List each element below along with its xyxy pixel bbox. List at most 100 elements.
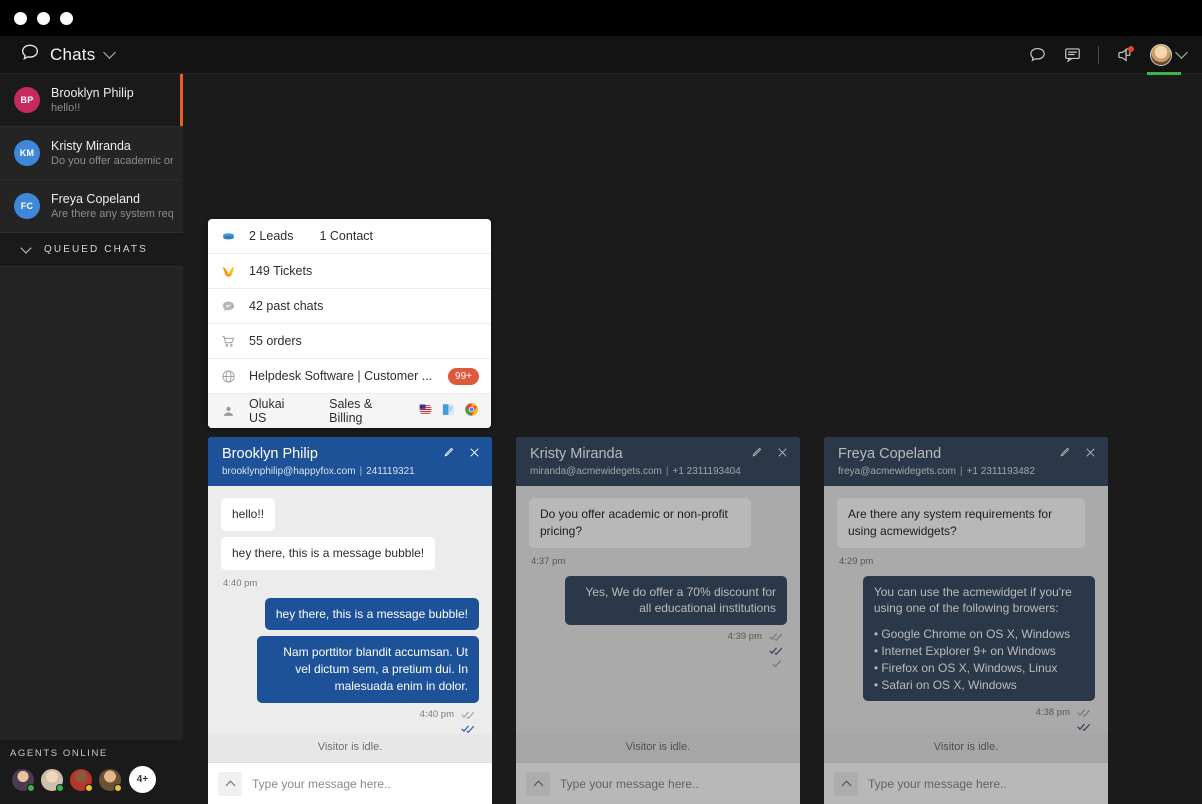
check-icon [772, 660, 782, 668]
window-dot-2[interactable] [37, 11, 50, 25]
message-row: hey there, this is a message bubble! [221, 536, 479, 576]
chat-messages: hello!! hey there, this is a message bub… [208, 486, 492, 734]
agent-avatar-2[interactable] [39, 766, 65, 793]
agent-avatar-1[interactable] [10, 766, 36, 793]
info-row-leads[interactable]: 2 Leads 1 Contact [208, 219, 491, 254]
message-status-group: 4:39 pm [529, 631, 784, 668]
avatar: BP [14, 87, 40, 113]
list-item: • Firefox on OS X, Windows, Linux [873, 660, 1058, 675]
chevron-down-icon[interactable] [103, 46, 117, 59]
status-badge: 99+ [448, 367, 479, 385]
info-row-visitor[interactable]: Olukai US Sales & Billing [208, 394, 491, 428]
speech-bubble-icon [20, 42, 40, 67]
message-composer: Type your message here.. [824, 762, 1108, 804]
info-row-past-chats[interactable]: 42 past chats [208, 289, 491, 324]
conversations-icon[interactable] [1028, 45, 1047, 64]
chat-panel-subtitle: miranda@acmewidegets.com | +1 2311193404 [530, 466, 788, 477]
visitor-id: 241119321 [366, 466, 415, 477]
message-bubble-outgoing: Nam porttitor blandit accumsan. Ut vel d… [257, 636, 479, 703]
visitor-info-card: 2 Leads 1 Contact 149 Tickets 42 past ch… [208, 219, 491, 428]
message-composer: Type your message here.. [516, 762, 800, 804]
visitor-email: freya@acmewidegets.com [838, 466, 956, 477]
chat-panel-actions [442, 446, 481, 464]
close-icon[interactable] [776, 446, 789, 464]
double-check-icon [1077, 723, 1091, 732]
message-input-placeholder[interactable]: Type your message here.. [252, 777, 391, 791]
info-row-tickets[interactable]: 149 Tickets [208, 254, 491, 289]
chevron-up-icon [841, 780, 851, 790]
chat-panel-header: Brooklyn Philip brooklynphilip@happyfox.… [208, 437, 492, 486]
info-row-orders[interactable]: 55 orders [208, 324, 491, 359]
visitor-email: brooklynphilip@happyfox.com [222, 466, 356, 477]
expand-composer-button[interactable] [834, 771, 858, 796]
profile-menu[interactable] [1147, 43, 1188, 75]
message-timestamp: 4:40 pm [223, 577, 258, 589]
sidebar-item-kristy-miranda[interactable]: KM Kristy Miranda Do you offer academic … [0, 127, 183, 180]
expand-composer-button[interactable] [218, 771, 242, 796]
edit-icon[interactable] [442, 446, 455, 464]
separator: | [959, 466, 963, 477]
queued-chats-label: QUEUED CHATS [44, 244, 148, 255]
visitor-phone: +1 2311193404 [672, 466, 741, 477]
chat-panel-header: Kristy Miranda miranda@acmewidegets.com |… [516, 437, 800, 486]
list-item: • Safari on OS X, Windows [873, 677, 1017, 692]
chat-panel-actions [1058, 446, 1097, 464]
message-text: You can use the acmewidget if you're usi… [873, 584, 1072, 616]
close-icon[interactable] [468, 446, 481, 464]
agent-avatar-3[interactable] [68, 766, 94, 793]
message-input-placeholder[interactable]: Type your message here.. [868, 777, 1007, 791]
message-status-delivered [461, 724, 476, 733]
message-status-sent: 4:39 pm [728, 631, 784, 642]
info-visitor-name: Olukai US [249, 397, 285, 425]
chevron-up-icon [225, 780, 235, 790]
chevron-down-icon[interactable] [1175, 46, 1188, 59]
chat-bubble-icon [220, 299, 237, 314]
avatar: KM [14, 140, 40, 166]
message-row: Yes, We do offer a 70% discount for all … [529, 575, 787, 632]
close-icon[interactable] [1084, 446, 1097, 464]
edit-icon[interactable] [1058, 446, 1071, 464]
visitor-status: Visitor is idle. [516, 734, 800, 762]
message-status-group: 4:40 pm [221, 709, 476, 734]
announcements-icon[interactable] [1115, 45, 1134, 64]
page-title: Chats [50, 44, 96, 64]
sidebar-item-text: Kristy Miranda Do you offer academic or … [51, 139, 173, 167]
message-bubble-outgoing: Yes, We do offer a 70% discount for all … [565, 575, 787, 626]
sidebar-item-brooklyn-philip[interactable]: BP Brooklyn Philip hello!! [0, 74, 183, 127]
chat-panel-subtitle: freya@acmewidegets.com | +1 2311193482 [838, 466, 1096, 477]
message-input-placeholder[interactable]: Type your message here.. [560, 777, 699, 791]
message-row: Are there any system requirements for us… [837, 498, 1095, 554]
sidebar-item-label: Kristy Miranda [51, 139, 131, 153]
person-icon [220, 404, 237, 419]
agent-avatar-4[interactable] [97, 766, 123, 793]
expand-composer-button[interactable] [526, 771, 550, 796]
sidebar: BP Brooklyn Philip hello!! KM Kristy Mir… [0, 74, 183, 804]
messages-icon[interactable] [1063, 45, 1082, 64]
message-status-sent: 4:38 pm [1036, 707, 1092, 718]
message-timestamp: 4:29 pm [839, 555, 874, 567]
sidebar-item-preview: hello!! [51, 102, 81, 114]
chat-panel-header: Freya Copeland freya@acmewidegets.com | +1… [824, 437, 1108, 486]
sidebar-item-freya-copeland[interactable]: FC Freya Copeland Are there any system r… [0, 180, 183, 233]
chat-panel-brooklyn-philip: Brooklyn Philip brooklynphilip@happyfox.… [208, 437, 492, 804]
chevron-down-icon[interactable] [20, 241, 32, 254]
status-dot-online [27, 783, 35, 792]
queued-chats-section[interactable]: QUEUED CHATS [0, 233, 183, 267]
double-check-icon [461, 711, 475, 719]
sidebar-item-label: Freya Copeland [51, 192, 140, 206]
status-bar-online [1147, 71, 1181, 75]
window-dot-1[interactable] [14, 11, 27, 25]
message-row: Do you offer academic or non-profit pric… [529, 498, 787, 554]
edit-icon[interactable] [750, 446, 763, 464]
message-status-delivered [1077, 722, 1092, 732]
header-title-group[interactable]: Chats [0, 42, 117, 67]
info-row-page[interactable]: Helpdesk Software | Customer ... 99+ [208, 359, 491, 394]
window-dot-3[interactable] [60, 11, 73, 25]
list-item: • Google Chrome on OS X, Windows [873, 627, 1071, 642]
info-page-title: Helpdesk Software | Customer ... [249, 369, 433, 383]
message-timestamp: 4:39 pm [727, 631, 762, 643]
double-check-icon [769, 647, 783, 656]
sidebar-item-label: Brooklyn Philip [51, 86, 134, 100]
message-bubble-incoming: Are there any system requirements for us… [837, 498, 1085, 548]
agents-more-button[interactable]: 4+ [129, 766, 156, 793]
